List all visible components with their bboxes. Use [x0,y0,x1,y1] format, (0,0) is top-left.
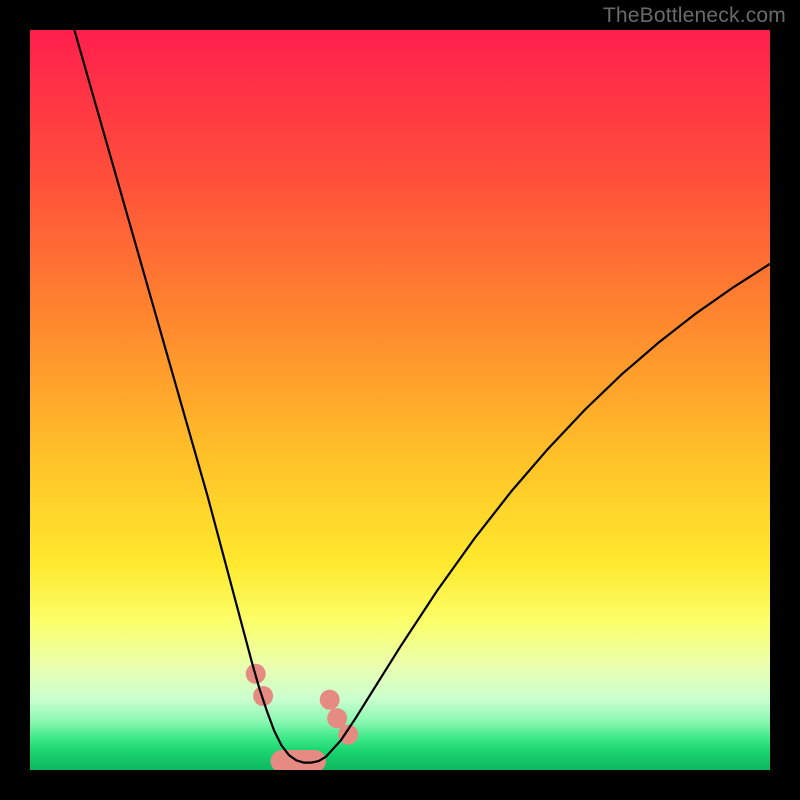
highlight-dots [246,664,359,745]
chart-frame: TheBottleneck.com [0,0,800,800]
watermark-text: TheBottleneck.com [603,4,786,28]
plot-area [30,30,770,770]
bottleneck-curve [74,30,770,763]
curve-layer [30,30,770,770]
